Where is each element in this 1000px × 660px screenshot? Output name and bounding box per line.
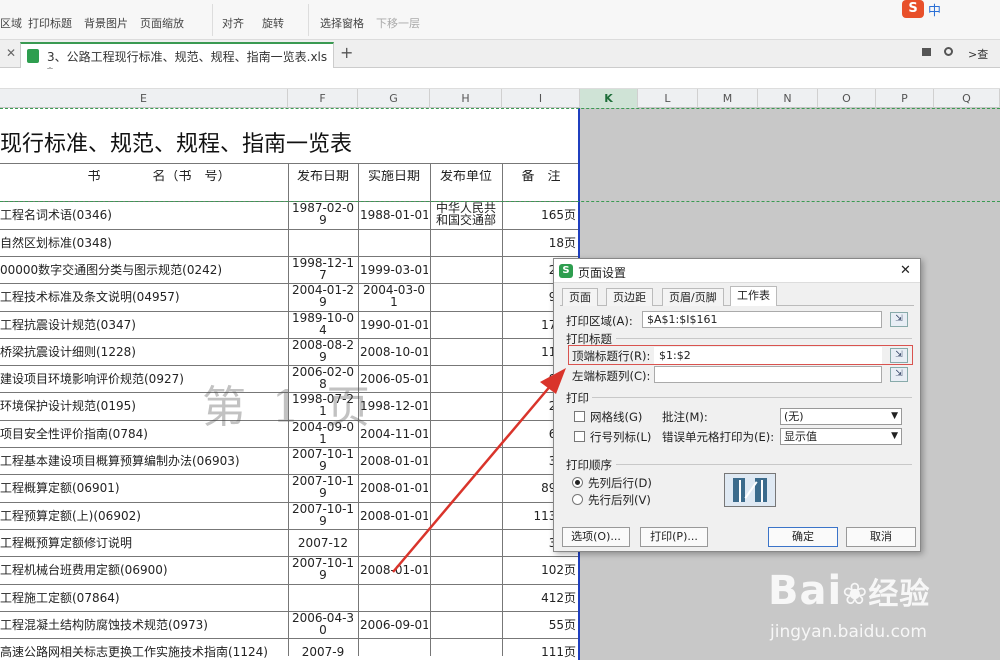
baidu-brand-suffix: 经验: [868, 577, 931, 612]
baidu-brand-text: Bai: [768, 568, 843, 614]
baidu-watermark-url: jingyan.baidu.com: [770, 622, 927, 642]
baidu-watermark-logo: Bai❀经验: [768, 568, 930, 614]
paw-icon: ❀: [842, 577, 869, 612]
annotation-arrow: [392, 368, 566, 573]
